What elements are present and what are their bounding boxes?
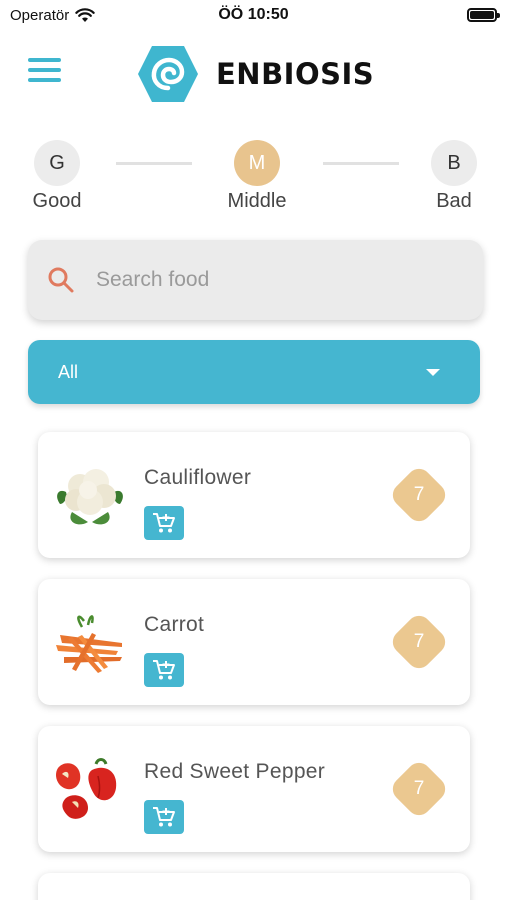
food-name: Carrot xyxy=(144,613,205,636)
search-input[interactable] xyxy=(96,268,456,292)
logo-icon xyxy=(138,46,198,102)
dropdown-selected-value: All xyxy=(58,361,79,382)
hamburger-icon-bar-2 xyxy=(28,68,61,72)
add-to-cart-button[interactable] xyxy=(144,506,184,540)
hamburger-icon-bar-1 xyxy=(28,58,61,62)
status-bar: Operatör ÖÖ 10:50 xyxy=(0,0,507,32)
score-value: 7 xyxy=(413,631,425,652)
red-pepper-image xyxy=(56,758,117,819)
status-time: ÖÖ 10:50 xyxy=(218,6,289,23)
add-to-cart-icon xyxy=(153,513,175,533)
brand-logo: ENBIOSIS xyxy=(136,44,374,104)
rating-stepper: G Good M Middle B Bad xyxy=(0,140,507,216)
battery-icon xyxy=(467,8,500,22)
chevron-down-icon xyxy=(426,368,440,376)
step-bad[interactable]: B Bad xyxy=(399,140,507,213)
menu-button[interactable] xyxy=(28,58,64,88)
hamburger-icon-bar-3 xyxy=(28,78,61,82)
stepper-connector xyxy=(323,162,399,165)
score-value: 7 xyxy=(413,778,425,799)
add-to-cart-button[interactable] xyxy=(144,653,184,687)
food-name: Cauliflower xyxy=(144,466,252,489)
step-badge: M xyxy=(234,140,280,186)
score-badge: 7 xyxy=(387,610,451,674)
step-middle[interactable]: M Middle xyxy=(202,140,312,213)
add-to-cart-button[interactable] xyxy=(144,800,184,834)
search-bar xyxy=(28,240,483,320)
food-name: Red Sweet Pepper xyxy=(144,760,326,783)
search-icon xyxy=(48,267,74,293)
step-badge: B xyxy=(431,140,477,186)
food-card[interactable]: Red Sweet Pepper 7 xyxy=(38,726,470,852)
score-value: 7 xyxy=(413,484,425,505)
score-badge: 7 xyxy=(387,757,451,821)
carrot-image xyxy=(56,615,122,673)
score-badge: 7 xyxy=(387,463,451,527)
cauliflower-image xyxy=(57,469,123,525)
add-to-cart-icon xyxy=(153,807,175,827)
step-label: Bad xyxy=(436,190,472,212)
add-to-cart-icon xyxy=(153,660,175,680)
food-card[interactable]: Cauliflower 7 xyxy=(38,432,470,558)
food-card[interactable] xyxy=(38,873,470,900)
step-label: Good xyxy=(32,190,82,212)
step-good[interactable]: G Good xyxy=(2,140,112,213)
food-card[interactable]: Carrot 7 xyxy=(38,579,470,705)
brand-name: ENBIOSIS xyxy=(216,57,375,91)
app-header: ENBIOSIS xyxy=(0,40,507,108)
step-label: Middle xyxy=(227,190,287,212)
step-badge: G xyxy=(34,140,80,186)
category-dropdown[interactable]: All xyxy=(28,340,480,404)
stepper-connector xyxy=(116,162,192,165)
